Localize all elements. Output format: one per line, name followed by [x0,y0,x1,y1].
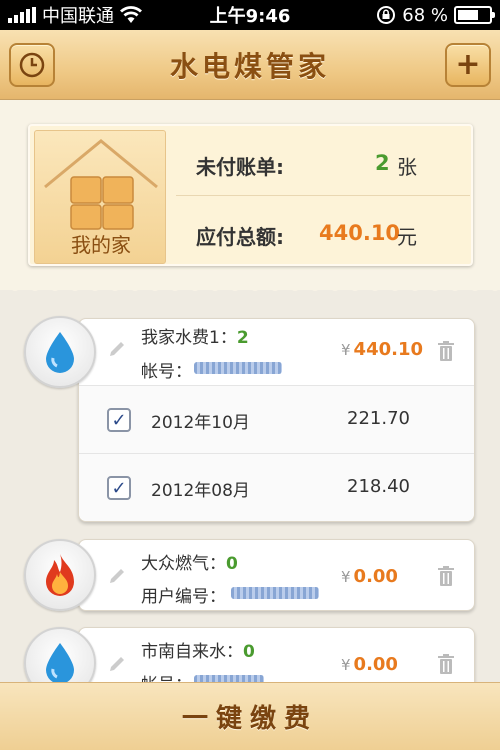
bill-item-date: 2012年10月 [151,413,250,433]
bill-item-amount: 218.40 [347,476,410,497]
page-title: 水电煤管家 [169,49,330,83]
bill-count: 0 [226,554,238,574]
edit-pencil-icon[interactable] [107,566,127,586]
rotation-lock-icon [377,6,396,24]
status-bar: 中国联通 上午9:46 68 % [0,0,500,30]
bill-card-water[interactable]: 我家水费1：2 帐号： ¥440.10 ✓ 2012年10月 221.70 ✓ … [78,318,475,522]
pay-all-button[interactable]: 一键缴费 [0,682,500,750]
account-label: 帐号： [141,362,192,382]
add-button[interactable]: + [445,43,491,87]
home-label: 我的家 [71,233,131,257]
carrier-label: 中国联通 [42,6,114,27]
unpaid-bills-label: 未付账单: [196,155,284,179]
trash-icon[interactable] [437,654,455,674]
currency-symbol: ¥ [341,341,351,359]
bill-amount-value: 440.10 [353,339,424,360]
home-button[interactable]: 我的家 [34,130,166,264]
bill-amount: ¥440.10 [341,339,423,360]
checkbox[interactable]: ✓ [107,408,131,432]
bill-item-amount: 221.70 [347,408,410,429]
total-due-unit: 元 [397,225,417,249]
wifi-icon [120,6,142,23]
bill-name-text: 大众燃气： [141,554,226,574]
signal-icon [8,7,36,23]
bill-count: 2 [236,328,249,348]
bill-amount-value: 0.00 [353,654,398,675]
bill-item-row[interactable]: ✓ 2012年08月 218.40 [79,453,474,521]
bill-amount: ¥0.00 [341,566,398,587]
account-number-redacted [194,362,282,374]
edit-pencil-icon[interactable] [107,654,127,674]
bill-name-text: 市南自来水： [141,642,243,662]
navigation-bar: 水电煤管家 + [0,30,500,100]
bill-count: 0 [243,642,255,662]
account-number-redacted [231,587,319,599]
unpaid-bills-unit: 张 [397,155,417,179]
unpaid-bills-count: 2 [375,151,390,175]
bill-item-row[interactable]: ✓ 2012年10月 221.70 [79,385,474,453]
battery-fill [458,10,479,20]
clock-time: 上午9:46 [209,6,291,27]
bill-card-gas[interactable]: 大众燃气：0 用户编号： ¥0.00 [78,539,475,611]
history-button[interactable] [9,43,55,87]
checkbox[interactable]: ✓ [107,476,131,500]
house-icon [44,139,158,230]
bill-item-date: 2012年08月 [151,481,250,501]
bill-amount: ¥0.00 [341,654,398,675]
currency-symbol: ¥ [341,656,351,674]
bill-amount-value: 0.00 [353,566,398,587]
edit-pencil-icon[interactable] [107,339,127,359]
currency-symbol: ¥ [341,568,351,586]
total-due-label: 应付总额: [196,225,284,249]
trash-icon[interactable] [437,341,455,361]
bill-name: 我家水费1：2 [141,323,249,348]
total-due-amount: 440.10 [319,221,401,245]
pay-all-label: 一键缴费 [181,704,318,734]
account-label: 用户编号： [141,587,226,607]
trash-icon[interactable] [437,566,455,586]
flame-icon [24,539,96,611]
clock-icon [19,52,45,78]
battery-icon [454,6,495,24]
water-drop-icon [24,316,96,388]
bill-name: 市南自来水：0 [141,637,255,662]
bill-name: 大众燃气：0 [141,549,238,574]
summary-divider [176,195,470,196]
bill-name-text: 我家水费1： [141,328,237,348]
battery-percent: 68 % [402,4,448,26]
torn-edge-divider [0,282,500,291]
